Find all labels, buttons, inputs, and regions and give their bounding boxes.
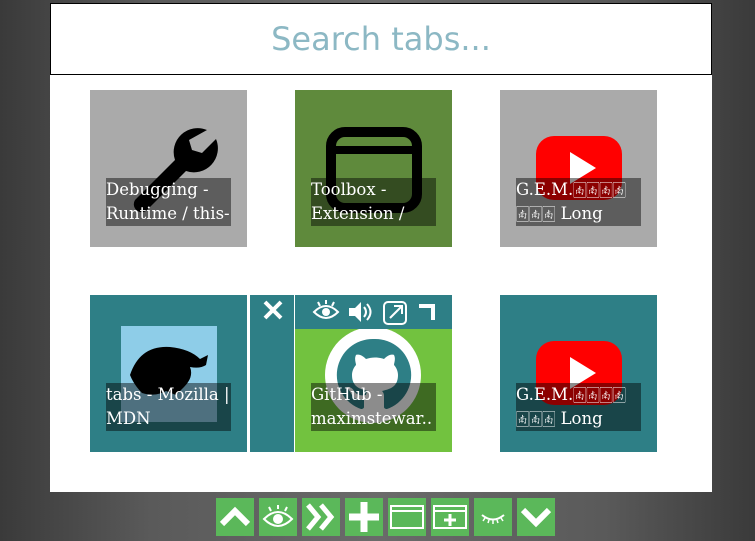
close-strip[interactable]: [248, 295, 295, 452]
eye-icon[interactable]: [311, 295, 341, 329]
eye-icon: [262, 505, 294, 527]
plus-icon: [349, 502, 379, 532]
chevron-up-icon: [219, 506, 251, 527]
tab-switcher-panel: Debugging - Runtime / this- Toolbox - Ex…: [50, 3, 712, 492]
tab-title: Toolbox - Extension / Tab: [311, 178, 436, 226]
tab-tile-gem-2[interactable]: G.E.M.🀁🀁🀁🀁 🀁🀁🀁 Long: [500, 295, 657, 452]
corner-icon[interactable]: [413, 295, 443, 329]
popout-icon[interactable]: [380, 295, 410, 329]
chevron-up-button[interactable]: [216, 498, 254, 536]
tab-thumbnail: GitHub - maximstewar...: [295, 295, 452, 452]
chevron-down-button[interactable]: [517, 498, 555, 536]
tab-title: G.E.M.🀁🀁🀁🀁 🀁🀁🀁 Long: [516, 178, 641, 226]
window-icon: [390, 505, 424, 529]
tab-tile-mdn[interactable]: tabs - Mozilla | MDN: [90, 295, 247, 452]
window-button[interactable]: [388, 498, 426, 536]
move-right-button[interactable]: [302, 498, 340, 536]
tab-title: Debugging - Runtime / this-: [106, 178, 231, 226]
tab-tile-debugging[interactable]: Debugging - Runtime / this-: [90, 90, 247, 247]
hide-button[interactable]: [474, 498, 512, 536]
tab-tile-github[interactable]: GitHub - maximstewar...: [248, 295, 452, 452]
eye-button[interactable]: [259, 498, 297, 536]
closed-eye-icon: [481, 514, 505, 524]
new-window-icon: [433, 505, 467, 529]
new-tab-button[interactable]: [345, 498, 383, 536]
double-chevron-right-icon: [306, 503, 335, 531]
tab-tile-gem-1[interactable]: G.E.M.🀁🀁🀁🀁 🀁🀁🀁 Long: [500, 90, 657, 247]
tab-title: tabs - Mozilla | MDN: [106, 383, 231, 431]
new-window-button[interactable]: [431, 498, 469, 536]
chevron-down-icon: [520, 507, 552, 528]
close-icon[interactable]: [250, 295, 297, 329]
search-input[interactable]: [50, 3, 712, 75]
tab-title: G.E.M.🀁🀁🀁🀁 🀁🀁🀁 Long: [516, 383, 641, 431]
hover-toolbar: [295, 295, 452, 329]
speaker-icon[interactable]: [345, 295, 375, 329]
tab-tile-toolbox[interactable]: Toolbox - Extension / Tab: [295, 90, 452, 247]
tab-title: GitHub - maximstewar...: [311, 383, 436, 431]
